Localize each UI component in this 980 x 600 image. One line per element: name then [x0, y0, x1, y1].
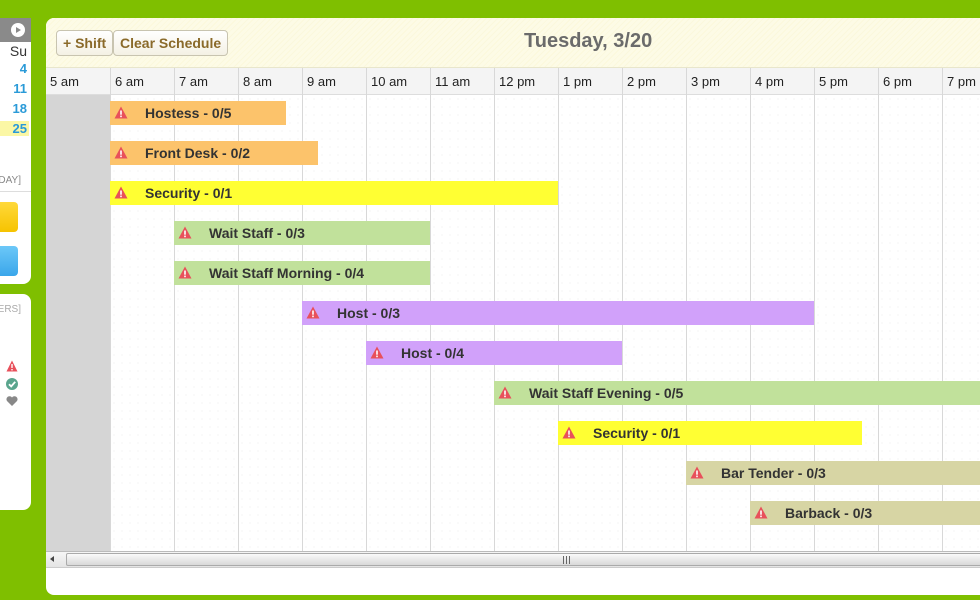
- day-of-week-label: Su: [9, 43, 27, 59]
- hour-label: 5 pm: [814, 68, 878, 95]
- hour-label: 8 am: [238, 68, 302, 95]
- shift-bar[interactable]: Wait Staff Morning - 0/4: [174, 261, 430, 285]
- hour-label: 1 pm: [558, 68, 622, 95]
- shift-bar[interactable]: Security - 0/1: [110, 181, 558, 205]
- legend-link[interactable]: ERS]: [0, 304, 21, 315]
- warning-icon: [6, 360, 18, 372]
- mini-calendar: Su 4 11 18 25 DAY]: [0, 18, 31, 284]
- hour-label: 9 am: [302, 68, 366, 95]
- shift-bar[interactable]: Wait Staff Evening - 0/5: [494, 381, 980, 405]
- hour-label: 3 pm: [686, 68, 750, 95]
- shift-bar[interactable]: Hostess - 0/5: [110, 101, 286, 125]
- shift-label: Barback - 0/3: [785, 505, 873, 521]
- warning-icon: [498, 386, 512, 399]
- calendar-day[interactable]: 18: [13, 101, 27, 116]
- warning-icon: [178, 226, 192, 239]
- yellow-action-button[interactable]: [0, 202, 18, 232]
- next-month-icon[interactable]: [11, 23, 25, 37]
- shift-label: Host - 0/4: [401, 345, 465, 361]
- shift-bar[interactable]: Host - 0/4: [366, 341, 622, 365]
- scrollbar-thumb[interactable]: [66, 553, 980, 566]
- warning-icon: [114, 106, 128, 119]
- horizontal-scrollbar[interactable]: [46, 551, 980, 568]
- mini-calendar-header: [0, 18, 31, 42]
- shift-label: Wait Staff - 0/3: [209, 225, 305, 241]
- hour-label: 5 am: [50, 74, 79, 89]
- warning-icon: [370, 346, 384, 359]
- warning-icon: [114, 186, 128, 199]
- divider: [0, 191, 31, 192]
- shift-bar[interactable]: Barback - 0/3: [750, 501, 980, 525]
- shift-label: Security - 0/1: [145, 185, 233, 201]
- warning-icon: [114, 146, 128, 159]
- shift-bar[interactable]: Wait Staff - 0/3: [174, 221, 430, 245]
- shift-label: Host - 0/3: [337, 305, 401, 321]
- hour-label: 2 pm: [622, 68, 686, 95]
- warning-icon: [690, 466, 704, 479]
- timeline-header: 5 am 6 am 7 am 8 am 9 am 10 am 11 am 12 pm 1 pm 2…: [46, 68, 980, 95]
- shift-label: Security - 0/1: [593, 425, 681, 441]
- hour-label: 7 am: [174, 68, 238, 95]
- off-hours-region: [46, 95, 111, 551]
- hour-label: 7 pm: [942, 68, 980, 95]
- scroll-left-arrow-icon[interactable]: [50, 556, 54, 562]
- date-title: Tuesday, 3/20: [524, 30, 653, 52]
- calendar-day[interactable]: 11: [13, 81, 27, 96]
- add-shift-button[interactable]: + Shift: [56, 30, 114, 56]
- shift-label: Wait Staff Evening - 0/5: [529, 385, 684, 401]
- shift-bar[interactable]: Security - 0/1: [558, 421, 862, 445]
- shift-label: Front Desk - 0/2: [145, 145, 251, 161]
- legend-panel: ERS]: [0, 294, 31, 510]
- schedule-grid: Hostess - 0/5 Front Desk - 0/2 Security - …: [46, 95, 980, 551]
- shift-label: Hostess - 0/5: [145, 105, 232, 121]
- shift-label: Wait Staff Morning - 0/4: [209, 265, 365, 281]
- hour-label: 12 pm: [494, 68, 558, 95]
- blue-action-button[interactable]: [0, 246, 18, 276]
- schedule-panel: + Shift Clear Schedule Tuesday, 3/20 5 a…: [46, 18, 980, 595]
- hour-label: 10 am: [366, 68, 430, 95]
- shift-bar[interactable]: Host - 0/3: [302, 301, 814, 325]
- warning-icon: [562, 426, 576, 439]
- clear-schedule-button[interactable]: Clear Schedule: [113, 30, 229, 56]
- hour-label: 4 pm: [750, 68, 814, 95]
- shift-label: Bar Tender - 0/3: [721, 465, 826, 481]
- grip-icon: [563, 556, 570, 564]
- hour-label: 11 am: [430, 68, 494, 95]
- check-icon: [6, 378, 18, 390]
- warning-icon: [754, 506, 768, 519]
- hour-label: 6 pm: [878, 68, 942, 95]
- shift-bar[interactable]: Front Desk - 0/2: [110, 141, 318, 165]
- heart-icon: [6, 396, 18, 406]
- hour-label: 6 am: [110, 68, 174, 95]
- calendar-day-today[interactable]: 25: [0, 121, 29, 136]
- today-link[interactable]: DAY]: [0, 175, 21, 186]
- warning-icon: [178, 266, 192, 279]
- schedule-toolbar: + Shift Clear Schedule Tuesday, 3/20: [46, 18, 980, 68]
- shift-bar[interactable]: Bar Tender - 0/3: [686, 461, 980, 485]
- calendar-day[interactable]: 4: [20, 61, 27, 76]
- warning-icon: [306, 306, 320, 319]
